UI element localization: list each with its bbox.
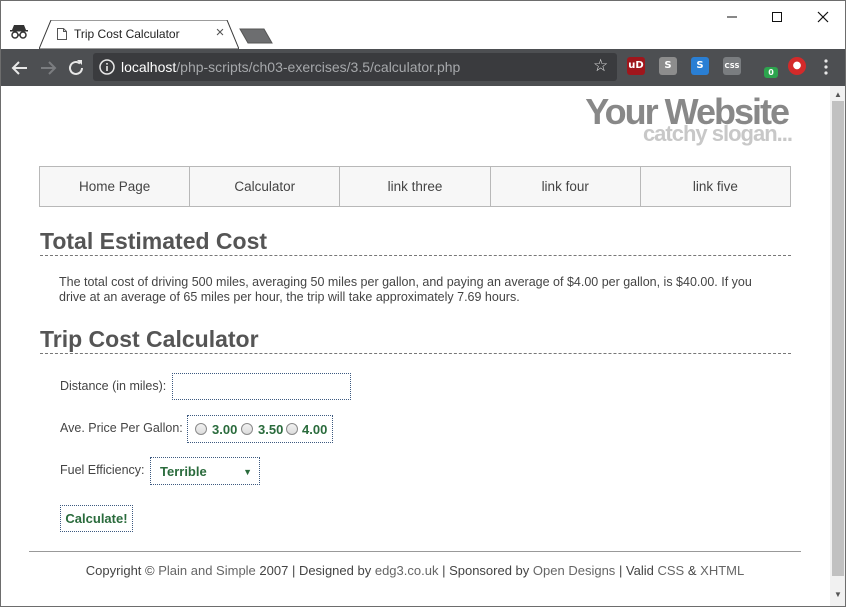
maximize-icon <box>772 12 782 22</box>
red-extension-icon[interactable]: ● <box>788 57 806 75</box>
maximize-button[interactable] <box>754 5 800 29</box>
efficiency-label: Fuel Efficiency: <box>60 463 145 477</box>
browser-window: Trip Cost Calculator × localhost/php-scr… <box>0 0 846 607</box>
info-icon[interactable] <box>99 59 115 75</box>
price-radio-350[interactable] <box>241 423 253 435</box>
result-text: The total cost of driving 500 miles, ave… <box>59 275 752 304</box>
footer-link-designer[interactable]: edg3.co.uk <box>375 563 439 578</box>
calculate-button[interactable]: Calculate! <box>60 505 133 532</box>
bookmark-star-icon[interactable]: ☆ <box>593 56 608 76</box>
ublock-icon[interactable]: uD <box>627 57 645 75</box>
css-extension-icon[interactable]: CSS <box>723 57 741 75</box>
address-bar[interactable]: localhost/php-scripts/ch03-exercises/3.5… <box>93 53 617 81</box>
efficiency-selected-value: Terrible <box>160 464 207 479</box>
dropdown-arrow-icon: ▼ <box>243 467 252 477</box>
close-icon <box>817 11 829 23</box>
footer-link-sponsor[interactable]: Open Designs <box>533 563 615 578</box>
title-bar: Trip Cost Calculator × <box>1 1 845 49</box>
footer: Copyright © Plain and Simple 2007 | Desi… <box>29 563 801 578</box>
price-radio-group: 3.00 3.50 4.00 <box>187 415 333 443</box>
s-extension-gray-icon[interactable]: S <box>659 57 677 75</box>
scroll-thumb[interactable] <box>832 101 844 576</box>
minimize-button[interactable] <box>709 5 755 29</box>
distance-label: Distance (in miles): <box>60 379 167 393</box>
url-text[interactable]: localhost/php-scripts/ch03-exercises/3.5… <box>121 59 460 75</box>
reload-icon[interactable] <box>65 57 87 79</box>
footer-valid: | Valid <box>618 563 654 578</box>
nav-calculator[interactable]: Calculator <box>190 167 341 206</box>
extension-badge-icon[interactable]: 0 <box>764 67 778 78</box>
footer-link-css[interactable]: CSS <box>658 563 685 578</box>
price-radio-300[interactable] <box>195 423 207 435</box>
footer-sponsored-by: | Sponsored by <box>442 563 530 578</box>
s-extension-blue-icon[interactable]: S <box>691 57 709 75</box>
price-option-label: 4.00 <box>302 422 328 437</box>
page-icon <box>57 28 67 40</box>
url-host: localhost <box>121 59 177 75</box>
price-radio-400[interactable] <box>286 423 298 435</box>
vertical-scrollbar[interactable]: ▲ ▼ <box>830 86 845 606</box>
distance-input[interactable] <box>172 373 351 400</box>
page-viewport: Your Website catchy slogan... Home Page … <box>1 86 830 606</box>
calculator-heading: Trip Cost Calculator <box>40 325 791 354</box>
main-nav: Home Page Calculator link three link fou… <box>39 166 791 207</box>
incognito-icon <box>10 25 28 39</box>
efficiency-select[interactable]: Terrible ▼ <box>150 457 260 485</box>
browser-toolbar: localhost/php-scripts/ch03-exercises/3.5… <box>1 49 845 86</box>
price-option-label: 3.00 <box>212 422 238 437</box>
tab-title: Trip Cost Calculator <box>74 27 180 41</box>
forward-arrow-icon[interactable] <box>37 57 59 79</box>
menu-dots-icon[interactable] <box>819 57 833 77</box>
total-cost-heading: Total Estimated Cost <box>40 227 791 256</box>
footer-designed-by: 2007 | Designed by <box>259 563 372 578</box>
back-arrow-icon[interactable] <box>9 57 31 79</box>
footer-link-plain-simple[interactable]: Plain and Simple <box>158 563 256 578</box>
nav-link-four[interactable]: link four <box>491 167 641 206</box>
footer-copyright: Copyright © <box>85 563 155 578</box>
price-label: Ave. Price Per Gallon: <box>60 421 183 435</box>
footer-link-xhtml[interactable]: XHTML <box>700 563 744 578</box>
scroll-up-arrow-icon[interactable]: ▲ <box>834 90 842 99</box>
scroll-down-arrow-icon[interactable]: ▼ <box>834 590 842 599</box>
minimize-icon <box>727 16 737 18</box>
new-tab-button[interactable] <box>239 28 273 44</box>
tab-close-icon[interactable]: × <box>213 24 227 41</box>
footer-amp: & <box>687 563 697 578</box>
nav-link-five[interactable]: link five <box>641 167 790 206</box>
nav-home-page[interactable]: Home Page <box>40 167 191 206</box>
tab-trip-cost-calculator[interactable]: Trip Cost Calculator × <box>39 20 239 49</box>
nav-link-three[interactable]: link three <box>340 167 491 206</box>
price-option-label: 3.50 <box>258 422 284 437</box>
site-branding: Your Website catchy slogan... <box>585 94 793 145</box>
close-window-button[interactable] <box>800 5 845 29</box>
url-path: /php-scripts/ch03-exercises/3.5/calculat… <box>176 59 461 75</box>
footer-divider <box>29 551 801 552</box>
